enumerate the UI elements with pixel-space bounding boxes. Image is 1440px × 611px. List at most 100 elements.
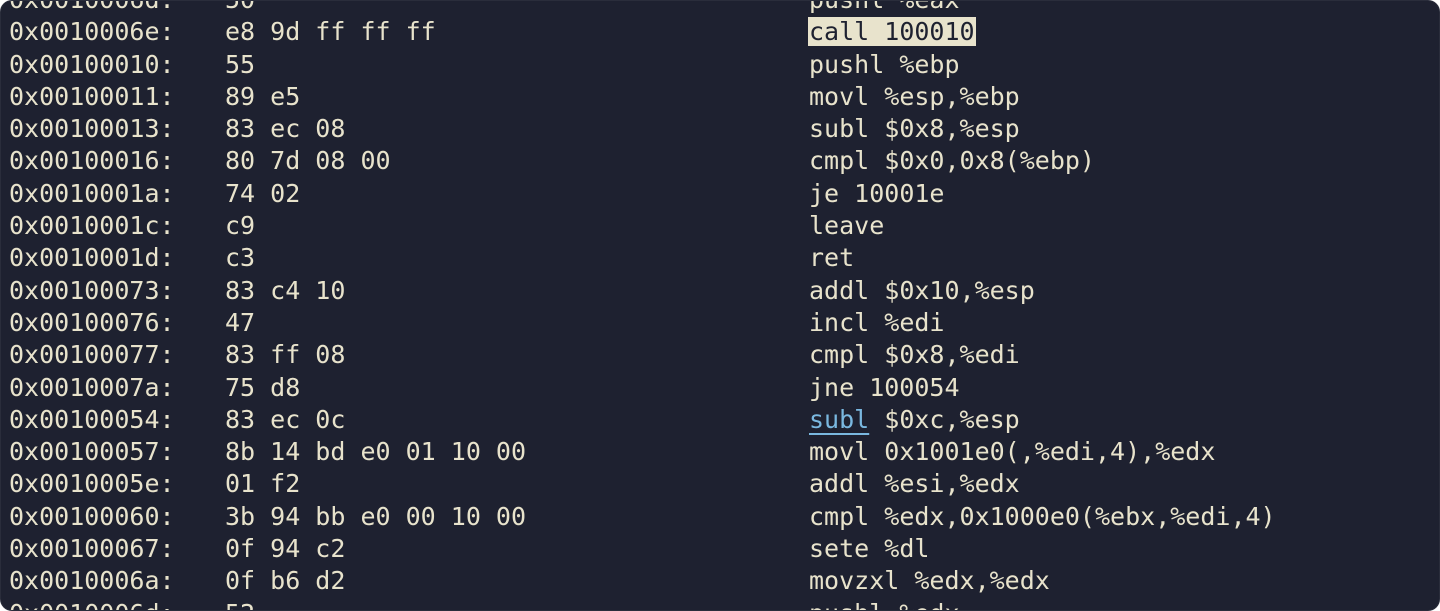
instruction-row[interactable]: 0x0010006e: e8 9d ff ff ff call 100010 xyxy=(9,16,1439,48)
instruction-bytes: e8 9d ff ff ff xyxy=(225,17,436,47)
instruction-operands: $0xc,%esp xyxy=(869,404,1020,434)
instruction-text: call 100010 xyxy=(808,16,976,48)
instruction-mnemonic: addl xyxy=(809,275,870,305)
instruction-address: 0x00100013: xyxy=(9,114,175,144)
instruction-operands: %edx,%edx xyxy=(899,566,1050,596)
instruction-mnemonic: pushl xyxy=(809,49,885,79)
instruction-text: movl 0x1001e0(,%edi,4),%edx xyxy=(809,436,1215,468)
instruction-mnemonic: movl xyxy=(809,437,870,467)
instruction-address: 0x0010001a: xyxy=(9,178,175,208)
instruction-mnemonic: jne xyxy=(809,372,855,402)
instruction-mnemonic: leave xyxy=(809,211,885,241)
instruction-text: incl %edi xyxy=(809,307,944,339)
instruction-text: pushl %eax xyxy=(809,1,960,16)
instruction-address: 0x00100060: xyxy=(9,501,175,531)
instruction-row[interactable]: 0x0010001a: 74 02 je 10001e xyxy=(9,178,1439,210)
instruction-operands: %ebp xyxy=(884,49,960,79)
instruction-bytes: 75 d8 xyxy=(225,372,301,402)
instruction-address: 0x0010006a: xyxy=(9,566,175,596)
instruction-row[interactable]: 0x00100073: 83 c4 10 addl $0x10,%esp xyxy=(9,275,1439,307)
instruction-text: sete %dl xyxy=(809,533,929,565)
instruction-text: pushl %edx xyxy=(809,598,960,610)
instruction-row[interactable]: 0x0010001d: c3 ret xyxy=(9,242,1439,274)
instruction-text: cmpl $0x8,%edi xyxy=(809,339,1020,371)
instruction-address: 0x00100073: xyxy=(9,275,175,305)
instruction-operands: %esi,%edx xyxy=(869,469,1020,499)
instruction-bytes: 47 xyxy=(225,307,256,337)
instruction-row[interactable]: 0x0010006d: 52 pushl %edx xyxy=(9,598,1439,610)
instruction-bytes: 50 xyxy=(225,1,255,16)
instruction-row[interactable]: 0x00100076: 47 incl %edi xyxy=(9,307,1439,339)
instruction-address: 0x00100057: xyxy=(9,437,175,467)
instruction-operands: 0x1001e0(,%edi,4),%edx xyxy=(869,437,1216,467)
instruction-text: subl $0xc,%esp xyxy=(809,404,1020,436)
instruction-bytes: 83 ec 08 xyxy=(225,114,346,144)
instruction-mnemonic: addl xyxy=(809,469,870,499)
instruction-row[interactable]: 0x00100013: 83 ec 08 subl $0x8,%esp xyxy=(9,113,1439,145)
instruction-address: 0x0010006d: xyxy=(9,1,175,16)
instruction-row[interactable]: 0x00100054: 83 ec 0c subl $0xc,%esp xyxy=(9,404,1439,436)
instruction-row[interactable]: 0x0010001c: c9 leave xyxy=(9,210,1439,242)
instruction-mnemonic: cmpl xyxy=(809,340,870,370)
instruction-address: 0x0010007a: xyxy=(9,372,175,402)
instruction-operands: %edi xyxy=(869,307,945,337)
instruction-mnemonic: movzxl xyxy=(809,566,900,596)
instruction-operands: %eax xyxy=(884,1,959,14)
instruction-address: 0x00100067: xyxy=(9,534,175,564)
instruction-text: addl $0x10,%esp xyxy=(809,275,1035,307)
instruction-row[interactable]: 0x00100077: 83 ff 08 cmpl $0x8,%edi xyxy=(9,339,1439,371)
instruction-bytes: 80 7d 08 00 xyxy=(225,146,391,176)
instruction-text: je 10001e xyxy=(809,178,944,210)
instruction-address: 0x0010005e: xyxy=(9,469,175,499)
instruction-mnemonic: pushl xyxy=(809,1,884,14)
instruction-operands: %dl xyxy=(869,534,930,564)
instruction-row[interactable]: 0x00100057: 8b 14 bd e0 01 10 00 movl 0x10… xyxy=(9,436,1439,468)
instruction-mnemonic: call xyxy=(809,17,870,47)
instruction-bytes: c3 xyxy=(225,243,256,273)
instruction-text: ret xyxy=(809,242,854,274)
instruction-text: cmpl $0x0,0x8(%ebp) xyxy=(809,145,1095,177)
instruction-address: 0x00100010: xyxy=(9,49,175,79)
instruction-row[interactable]: 0x00100067: 0f 94 c2 sete %dl xyxy=(9,533,1439,565)
instruction-row[interactable]: 0x0010006a: 0f b6 d2 movzxl %edx,%edx xyxy=(9,565,1439,597)
instruction-mnemonic: pushl xyxy=(809,599,884,610)
current-instruction-highlight: call 100010 xyxy=(808,17,976,47)
instruction-operands: %edx,0x1000e0(%ebx,%edi,4) xyxy=(869,501,1276,531)
instruction-mnemonic-link[interactable]: subl xyxy=(809,405,869,434)
instruction-address: 0x00100054: xyxy=(9,404,175,434)
instruction-row[interactable]: 0x0010007a: 75 d8 jne 100054 xyxy=(9,372,1439,404)
instruction-mnemonic: sete xyxy=(809,534,870,564)
instruction-text: pushl %ebp xyxy=(809,49,960,81)
instruction-mnemonic: je xyxy=(809,178,840,208)
instruction-bytes: 55 xyxy=(225,49,256,79)
instruction-bytes: 89 e5 xyxy=(225,81,301,111)
instruction-bytes: 83 c4 10 xyxy=(225,275,346,305)
instruction-row[interactable]: 0x00100016: 80 7d 08 00 cmpl $0x0,0x8(%ebp… xyxy=(9,145,1439,177)
instruction-bytes: 8b 14 bd e0 01 10 00 xyxy=(225,437,527,467)
instruction-operands: $0x0,0x8(%ebp) xyxy=(869,146,1095,176)
instruction-mnemonic: cmpl xyxy=(809,501,870,531)
instruction-row[interactable]: 0x0010005e: 01 f2 addl %esi,%edx xyxy=(9,468,1439,500)
instruction-text: leave xyxy=(809,210,884,242)
instruction-address: 0x0010006d: xyxy=(9,598,175,610)
instruction-row[interactable]: 0x0010006d: 50 pushl %eax xyxy=(9,1,1439,16)
instruction-operands: 100054 xyxy=(854,372,960,402)
instruction-bytes: 0f b6 d2 xyxy=(225,566,346,596)
instruction-row[interactable]: 0x00100010: 55 pushl %ebp xyxy=(9,49,1439,81)
instruction-text: movzxl %edx,%edx xyxy=(809,565,1050,597)
instruction-address: 0x0010001c: xyxy=(9,211,175,241)
instruction-row[interactable]: 0x00100060: 3b 94 bb e0 00 10 00 cmpl %edx… xyxy=(9,501,1439,533)
instruction-bytes: 83 ec 0c xyxy=(225,404,346,434)
instruction-text: cmpl %edx,0x1000e0(%ebx,%edi,4) xyxy=(809,501,1276,533)
instruction-mnemonic: movl xyxy=(809,81,870,111)
instruction-address: 0x00100077: xyxy=(9,340,175,370)
instruction-mnemonic: subl xyxy=(809,114,870,144)
disassembly-listing[interactable]: 0x0010006d: 50 pushl %eax 0x0010006e: e8 9d … xyxy=(9,1,1439,610)
instruction-bytes: 83 ff 08 xyxy=(225,340,346,370)
instruction-address: 0x00100076: xyxy=(9,307,175,337)
instruction-mnemonic: cmpl xyxy=(809,146,870,176)
instruction-text: movl %esp,%ebp xyxy=(809,81,1020,113)
instruction-bytes: c9 xyxy=(225,211,256,241)
instruction-operands: $0x8,%edi xyxy=(869,340,1020,370)
instruction-row[interactable]: 0x00100011: 89 e5 movl %esp,%ebp xyxy=(9,81,1439,113)
